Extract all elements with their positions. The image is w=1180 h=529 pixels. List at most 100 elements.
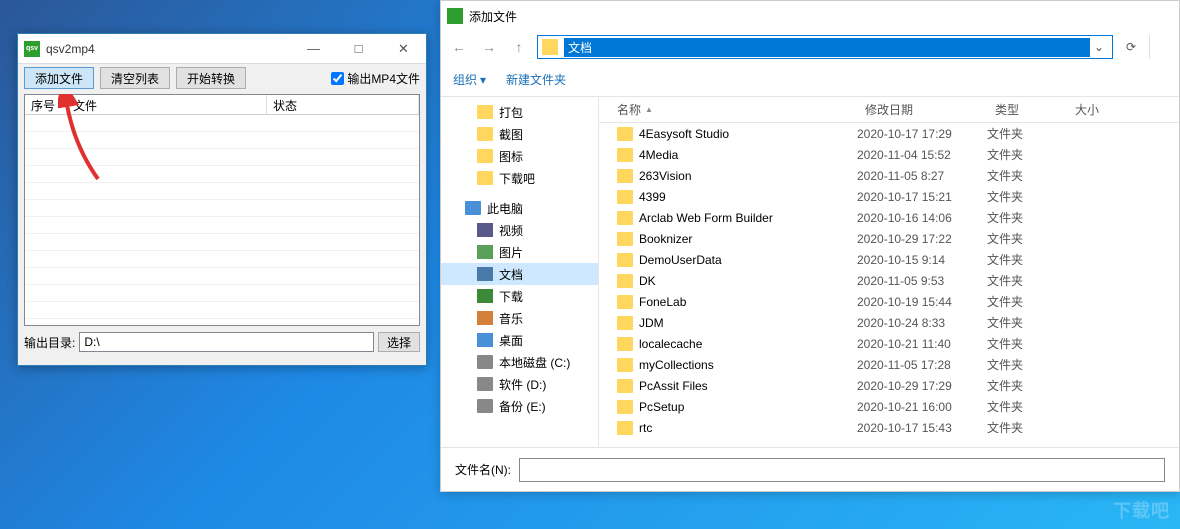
file-row[interactable]: PcAssit Files2020-10-29 17:29文件夹 <box>599 375 1179 396</box>
folder-icon <box>617 295 633 309</box>
filename-input[interactable] <box>519 458 1165 482</box>
dl-icon <box>477 289 493 303</box>
app-title: qsv2mp4 <box>46 42 291 56</box>
sidebar-item-文档[interactable]: 文档 <box>441 263 598 285</box>
file-row[interactable]: FoneLab2020-10-19 15:44文件夹 <box>599 291 1179 312</box>
dialog-sidebar[interactable]: 打包截图图标下载吧此电脑视频图片文档下载音乐桌面本地磁盘 (C:)软件 (D:)… <box>441 97 599 447</box>
col-size[interactable]: 大小 <box>1067 101 1179 118</box>
file-row[interactable]: Arclab Web Form Builder2020-10-16 14:06文… <box>599 207 1179 228</box>
address-dropdown-icon[interactable]: ⌄ <box>1090 40 1108 54</box>
file-row[interactable]: 4Media2020-11-04 15:52文件夹 <box>599 144 1179 165</box>
folder-icon <box>617 421 633 435</box>
file-row[interactable]: 263Vision2020-11-05 8:27文件夹 <box>599 165 1179 186</box>
folder-icon <box>617 190 633 204</box>
folder-icon <box>617 316 633 330</box>
dialog-title: 添加文件 <box>469 8 517 25</box>
folder-icon <box>617 148 633 162</box>
sidebar-item-下载[interactable]: 下载 <box>441 285 598 307</box>
folder-icon <box>617 274 633 288</box>
output-mp4-checkbox[interactable]: 输出MP4文件 <box>331 70 420 87</box>
folder-icon <box>617 232 633 246</box>
sidebar-item-thispc[interactable]: 此电脑 <box>441 197 598 219</box>
dialog-footer: 文件名(N): <box>441 447 1179 491</box>
app-titlebar[interactable]: qsv qsv2mp4 — □ ✕ <box>18 34 426 64</box>
sidebar-item-图片[interactable]: 图片 <box>441 241 598 263</box>
minimize-button[interactable]: — <box>291 34 336 63</box>
folder-icon <box>542 39 558 55</box>
grid-header: 序号 文件 状态 <box>25 95 419 115</box>
refresh-button[interactable]: ⟳ <box>1119 35 1143 59</box>
qsv2mp4-window: qsv qsv2mp4 — □ ✕ 添加文件 清空列表 开始转换 输出MP4文件… <box>17 33 427 366</box>
sidebar-item-本地磁盘 (C:)[interactable]: 本地磁盘 (C:) <box>441 351 598 373</box>
sidebar-item-截图[interactable]: 截图 <box>441 123 598 145</box>
folder-icon <box>477 149 493 163</box>
desk-icon <box>477 333 493 347</box>
files-header: 名称 ▲ 修改日期 类型 大小 <box>599 97 1179 123</box>
address-text: 文档 <box>564 38 1090 57</box>
folder-icon <box>617 253 633 267</box>
filename-label: 文件名(N): <box>455 461 511 478</box>
organize-menu[interactable]: 组织 ▾ <box>453 71 486 88</box>
folder-icon <box>617 379 633 393</box>
file-row[interactable]: Booknizer2020-10-29 17:22文件夹 <box>599 228 1179 249</box>
sidebar-item-备份 (E:)[interactable]: 备份 (E:) <box>441 395 598 417</box>
file-row[interactable]: rtc2020-10-17 15:43文件夹 <box>599 417 1179 438</box>
sidebar-item-下载吧[interactable]: 下载吧 <box>441 167 598 189</box>
file-row[interactable]: 43992020-10-17 15:21文件夹 <box>599 186 1179 207</box>
col-file[interactable]: 文件 <box>67 95 267 114</box>
pc-icon <box>465 201 481 215</box>
app-icon: qsv <box>24 41 40 57</box>
docs-icon <box>477 267 493 281</box>
folder-icon <box>617 400 633 414</box>
output-bar: 输出目录: 选择 <box>18 328 426 356</box>
file-row[interactable]: 4Easysoft Studio2020-10-17 17:29文件夹 <box>599 123 1179 144</box>
file-row[interactable]: localecache2020-10-21 11:40文件夹 <box>599 333 1179 354</box>
folder-icon <box>617 127 633 141</box>
nav-up-button[interactable]: ↑ <box>507 35 531 59</box>
chevron-down-icon: ▾ <box>480 73 486 87</box>
add-file-button[interactable]: 添加文件 <box>24 67 94 89</box>
close-button[interactable]: ✕ <box>381 34 426 63</box>
file-dialog-window: 添加文件 ← → ↑ 文档 ⌄ ⟳ 组织 ▾ 新建文件夹 打包截图图标下载吧此电… <box>440 0 1180 492</box>
col-name[interactable]: 名称 ▲ <box>599 101 857 118</box>
file-row[interactable]: JDM2020-10-24 8:33文件夹 <box>599 312 1179 333</box>
file-row[interactable]: PcSetup2020-10-21 16:00文件夹 <box>599 396 1179 417</box>
search-button[interactable] <box>1149 35 1173 59</box>
sidebar-item-图标[interactable]: 图标 <box>441 145 598 167</box>
start-convert-button[interactable]: 开始转换 <box>176 67 246 89</box>
folder-icon <box>477 171 493 185</box>
file-grid[interactable]: 序号 文件 状态 <box>24 94 420 326</box>
maximize-button[interactable]: □ <box>336 34 381 63</box>
browse-button[interactable]: 选择 <box>378 332 420 352</box>
col-status[interactable]: 状态 <box>267 95 419 114</box>
sidebar-item-音乐[interactable]: 音乐 <box>441 307 598 329</box>
col-no[interactable]: 序号 <box>25 95 67 114</box>
watermark: 下载吧 <box>1113 497 1170 523</box>
clear-list-button[interactable]: 清空列表 <box>100 67 170 89</box>
nav-back-button[interactable]: ← <box>447 35 471 59</box>
new-folder-button[interactable]: 新建文件夹 <box>506 71 566 88</box>
folder-icon <box>617 211 633 225</box>
file-row[interactable]: myCollections2020-11-05 17:28文件夹 <box>599 354 1179 375</box>
dialog-toolbar: 组织 ▾ 新建文件夹 <box>441 63 1179 97</box>
drive-icon <box>477 377 493 391</box>
dialog-titlebar[interactable]: 添加文件 <box>441 1 1179 31</box>
folder-icon <box>617 169 633 183</box>
nav-forward-button[interactable]: → <box>477 35 501 59</box>
files-list[interactable]: 4Easysoft Studio2020-10-17 17:29文件夹4Medi… <box>599 123 1179 447</box>
file-row[interactable]: DemoUserData2020-10-15 9:14文件夹 <box>599 249 1179 270</box>
file-pane: 名称 ▲ 修改日期 类型 大小 4Easysoft Studio2020-10-… <box>599 97 1179 447</box>
dialog-navbar: ← → ↑ 文档 ⌄ ⟳ <box>441 31 1179 63</box>
pics-icon <box>477 245 493 259</box>
file-row[interactable]: DK2020-11-05 9:53文件夹 <box>599 270 1179 291</box>
sidebar-item-视频[interactable]: 视频 <box>441 219 598 241</box>
output-dir-input[interactable] <box>79 332 374 352</box>
output-mp4-input[interactable] <box>331 72 344 85</box>
col-date[interactable]: 修改日期 <box>857 101 987 118</box>
sidebar-item-打包[interactable]: 打包 <box>441 101 598 123</box>
address-bar[interactable]: 文档 ⌄ <box>537 35 1113 59</box>
sidebar-item-软件 (D:)[interactable]: 软件 (D:) <box>441 373 598 395</box>
col-type[interactable]: 类型 <box>987 101 1067 118</box>
sidebar-item-桌面[interactable]: 桌面 <box>441 329 598 351</box>
video-icon <box>477 223 493 237</box>
